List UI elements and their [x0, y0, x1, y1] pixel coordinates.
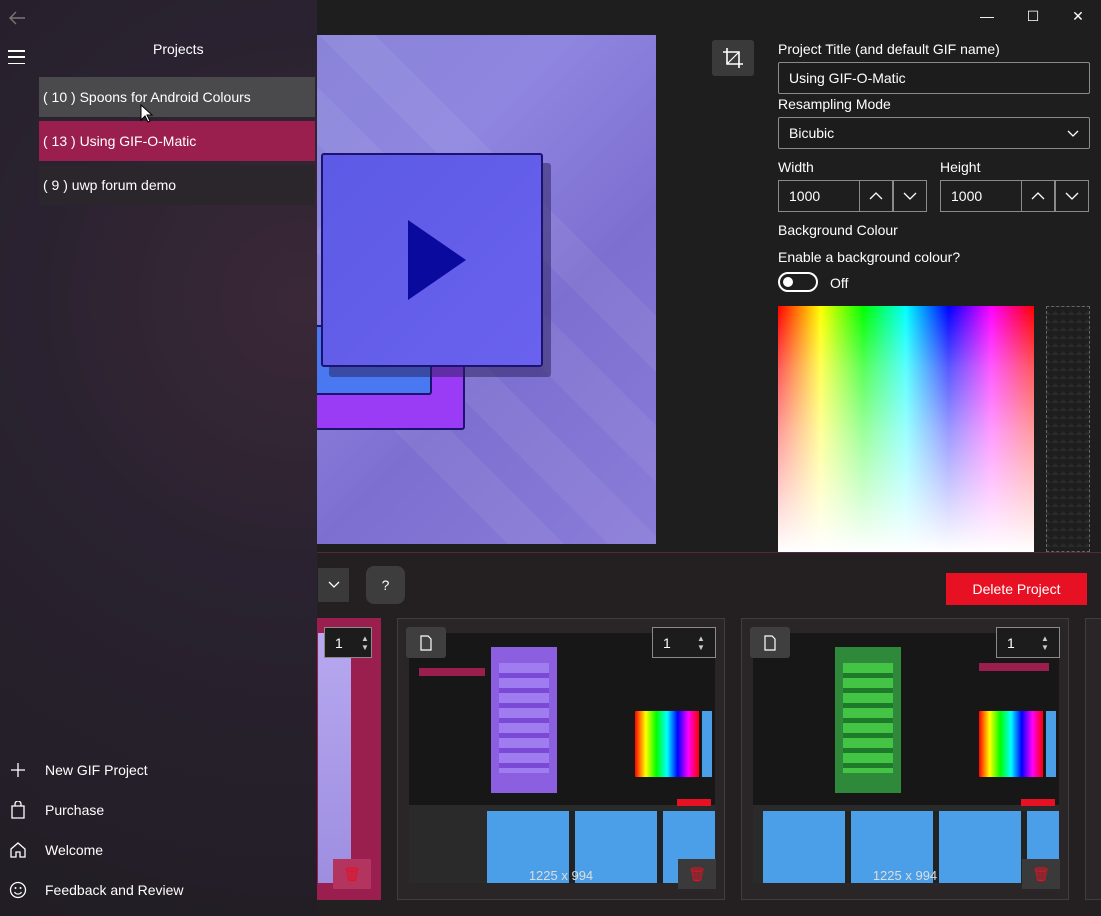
maximize-icon: ☐: [1026, 7, 1040, 24]
frame-dimensions: 1225 x 994: [872, 868, 938, 883]
mouse-cursor-icon: [140, 104, 154, 123]
nav-label: Purchase: [45, 802, 105, 818]
file-icon: [420, 634, 432, 651]
plus-icon: [8, 760, 28, 780]
trash-icon: 🗑: [688, 865, 706, 882]
help-button[interactable]: ?: [366, 566, 405, 604]
width-stepper[interactable]: 1000: [778, 180, 927, 212]
preview-card-front: [321, 153, 543, 367]
file-icon: [764, 634, 776, 651]
frame-thumbnail: [318, 633, 351, 883]
frame-card-partial[interactable]: [1085, 618, 1101, 900]
resampling-select[interactable]: Bicubic: [778, 117, 1090, 149]
bg-colour-label: Background Colour: [778, 222, 898, 238]
frame-card-selected[interactable]: 1 ▲ ▼ 🗑: [317, 618, 381, 900]
frame-thumbnail: [753, 633, 1059, 883]
height-stepper[interactable]: 1000: [940, 180, 1089, 212]
delete-frame-button[interactable]: 🗑: [1022, 859, 1060, 889]
width-input[interactable]: 1000: [778, 180, 859, 212]
play-icon: [408, 220, 466, 300]
project-title-input[interactable]: Using GIF-O-Matic: [778, 62, 1090, 94]
frame-card[interactable]: 1 ▲ ▼ 1225 x 994 🗑: [741, 618, 1069, 900]
close-icon: ✕: [1072, 7, 1084, 24]
bag-icon: [8, 800, 28, 820]
maximize-button[interactable]: ☐: [1010, 0, 1056, 32]
navigation-pane: Projects ( 10 ) Spoons for Android Colou…: [0, 0, 317, 916]
minimize-icon: —: [980, 8, 994, 24]
trash-icon: 🗑: [1032, 865, 1050, 882]
colour-palette[interactable]: [778, 306, 1034, 552]
projects-title: Projects: [153, 41, 204, 57]
toggle-state-label: Off: [830, 275, 849, 291]
nav-welcome[interactable]: Welcome: [8, 840, 103, 860]
home-icon: [8, 840, 28, 860]
project-item-selected[interactable]: ( 13 ) Using GIF-O-Matic: [39, 121, 315, 161]
width-up-button[interactable]: [859, 180, 893, 212]
nav-label: Welcome: [45, 842, 104, 858]
delete-project-button[interactable]: Delete Project: [946, 573, 1087, 605]
back-button[interactable]: [8, 10, 26, 31]
crop-button[interactable]: [712, 40, 754, 76]
toggle-knob: [783, 277, 793, 287]
nav-label: Feedback and Review: [45, 882, 184, 898]
smiley-icon: [8, 880, 28, 900]
divider: [317, 552, 1101, 553]
hamburger-menu-button[interactable]: [8, 50, 25, 64]
project-item-label: ( 9 ) uwp forum demo: [43, 177, 177, 193]
nav-purchase[interactable]: Purchase: [8, 800, 104, 820]
height-up-button[interactable]: [1021, 180, 1055, 212]
project-item-label: ( 10 ) Spoons for Android Colours: [43, 89, 251, 105]
project-item-label: ( 13 ) Using GIF-O-Matic: [43, 133, 197, 149]
frame-dimensions: 1225 x 994: [528, 868, 594, 883]
frame-duration-arrows[interactable]: ▲ ▼: [356, 627, 374, 658]
back-arrow-icon: [9, 11, 25, 25]
chevron-down-icon: [903, 192, 917, 200]
bg-enable-label: Enable a background colour?: [778, 249, 961, 265]
height-label: Height: [940, 159, 981, 175]
crop-icon: [723, 48, 743, 68]
project-item[interactable]: ( 10 ) Spoons for Android Colours: [39, 77, 315, 117]
bg-colour-toggle[interactable]: [778, 272, 818, 292]
frame-thumbnail: [409, 633, 715, 883]
delete-frame-button[interactable]: 🗑: [678, 859, 716, 889]
nav-feedback[interactable]: Feedback and Review: [8, 880, 184, 900]
width-down-button[interactable]: [893, 180, 927, 212]
app-window: — ☐ ✕ Project Title (and default GIF nam…: [0, 0, 1101, 916]
frame-file-button[interactable]: [406, 627, 446, 658]
nav-new-gif-project[interactable]: New GIF Project: [8, 760, 148, 780]
minimize-button[interactable]: —: [964, 0, 1010, 32]
height-down-button[interactable]: [1055, 180, 1089, 212]
nav-label: New GIF Project: [45, 762, 148, 778]
project-item[interactable]: ( 9 ) uwp forum demo: [39, 165, 315, 205]
frame-file-button[interactable]: [750, 627, 790, 658]
width-label: Width: [778, 159, 814, 175]
trash-icon: 🗑: [343, 865, 361, 882]
frame-options-dropdown[interactable]: [318, 568, 349, 602]
frame-duration-arrows[interactable]: ▲ ▼: [692, 627, 710, 658]
gif-preview: [317, 35, 656, 544]
chevron-down-icon: [1065, 192, 1079, 200]
chevron-down-icon: [328, 581, 339, 588]
project-title-label: Project Title (and default GIF name): [778, 41, 1000, 57]
chevron-up-icon: [1031, 192, 1045, 200]
chevron-down-icon: [1067, 130, 1079, 137]
resampling-value: Bicubic: [789, 125, 835, 141]
close-button[interactable]: ✕: [1055, 0, 1101, 32]
alpha-slider[interactable]: [1046, 306, 1090, 552]
frame-duration-arrows[interactable]: ▲ ▼: [1036, 627, 1054, 658]
frame-card[interactable]: 1 ▲ ▼ 1225 x 994 🗑: [397, 618, 725, 900]
chevron-up-icon: [869, 192, 883, 200]
resampling-label: Resampling Mode: [778, 96, 891, 112]
delete-frame-button[interactable]: 🗑: [333, 859, 371, 889]
height-input[interactable]: 1000: [940, 180, 1021, 212]
